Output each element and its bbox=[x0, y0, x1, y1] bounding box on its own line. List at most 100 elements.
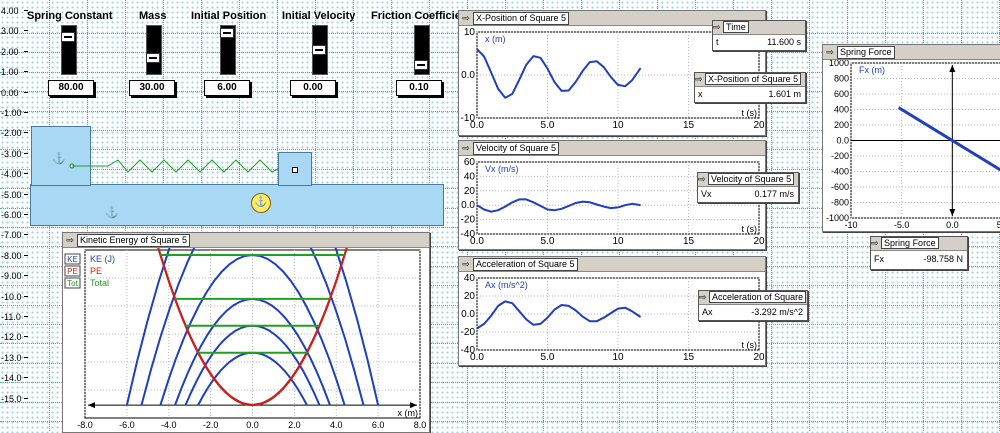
ruler-label: 3.00 bbox=[1, 26, 19, 37]
arrow-icon[interactable]: ⇨ bbox=[63, 233, 77, 247]
spring bbox=[69, 159, 294, 173]
ruler-label: -14.0 bbox=[1, 373, 22, 384]
ruler-label: 0.00 bbox=[1, 87, 19, 98]
panel-title: Acceleration of Square 5 bbox=[473, 258, 578, 271]
acceleration-value: -3.292 m/s^2 bbox=[751, 307, 803, 317]
control-label: Initial Position bbox=[191, 10, 267, 22]
time-readout[interactable]: ⇨ Time t 11.600 s bbox=[712, 20, 806, 51]
ruler-label: -3.00 bbox=[1, 148, 22, 159]
ruler-label: 1.00 bbox=[1, 67, 19, 78]
x-tick-label: 0.0 bbox=[946, 220, 959, 230]
y-tick-label: 0.0 bbox=[461, 309, 475, 320]
readout-title: Spring Force bbox=[881, 237, 939, 249]
ruler-label: -5.00 bbox=[1, 189, 22, 200]
y-tick-label: -40 bbox=[461, 345, 476, 356]
spring-force-chart: 10008006004002000.0-200-400-600-800-1000… bbox=[826, 60, 1000, 230]
y-tick-label: -40 bbox=[461, 229, 476, 240]
legend-label: PE bbox=[90, 266, 102, 276]
slider-thumb[interactable] bbox=[414, 60, 428, 70]
ruler-label: -11.0 bbox=[1, 312, 21, 322]
y-tick-label: 20 bbox=[464, 291, 476, 302]
x-tick-label: -2.0 bbox=[203, 420, 219, 430]
x-position-readout[interactable]: ⇨ X-Position of Square 5 x 1.601 m bbox=[694, 72, 806, 103]
y-tick-label: 0.0 bbox=[461, 70, 475, 81]
readout-symbol: Vx bbox=[701, 189, 712, 199]
parameter-value-field[interactable]: 6.00 bbox=[204, 80, 250, 96]
x-axis-label: t (s) bbox=[742, 340, 758, 350]
ruler-tick: 4.00 bbox=[0, 6, 28, 16]
ruler-tick: -2.00 bbox=[0, 128, 28, 138]
y-tick-label: 60 bbox=[464, 157, 476, 168]
parameter-slider[interactable] bbox=[312, 25, 328, 75]
slider-thumb[interactable] bbox=[220, 28, 234, 38]
y-tick-label: -400 bbox=[831, 167, 849, 177]
arrow-icon[interactable]: ⇨ bbox=[823, 45, 837, 59]
arrow-icon[interactable]: ⇨ bbox=[695, 74, 705, 84]
x-tick-label: -5.0 bbox=[894, 220, 910, 230]
arrow-icon[interactable]: ⇨ bbox=[698, 174, 708, 184]
ruler-label: -10.0 bbox=[1, 291, 22, 302]
control-label: Spring Constant bbox=[27, 10, 113, 22]
y-tick-label: 600 bbox=[834, 89, 849, 99]
x-tick-label: 8.0 bbox=[414, 420, 427, 430]
square-5[interactable] bbox=[278, 152, 312, 186]
y-tick-label: 0.0 bbox=[836, 136, 849, 146]
x-axis-label: x (m) bbox=[398, 408, 419, 418]
arrow-icon[interactable]: ⇨ bbox=[699, 292, 709, 302]
wheel-icon[interactable]: ⚓ bbox=[251, 193, 271, 213]
slider-thumb[interactable] bbox=[146, 53, 160, 63]
arrow-icon[interactable]: ⇨ bbox=[459, 257, 473, 271]
panel-title: X-Position of Square 5 bbox=[473, 12, 570, 25]
parameter-value-field[interactable]: 0.10 bbox=[396, 80, 442, 96]
x-tick-label: -4.0 bbox=[161, 420, 177, 430]
parameter-slider[interactable] bbox=[61, 25, 77, 75]
panel-titlebar[interactable]: ⇨ Acceleration of Square 5 bbox=[459, 257, 765, 272]
spring-force-panel[interactable]: ⇨ Spring Force 1000 800 600 400 200 0.0 -200 -40… bbox=[822, 44, 1000, 232]
axis-arrow bbox=[88, 402, 95, 409]
x-tick-label: 5.0 bbox=[541, 236, 555, 247]
parameter-slider[interactable] bbox=[146, 25, 162, 75]
control-label: Initial Velocity bbox=[282, 10, 356, 22]
parameter-value-field[interactable]: 0.00 bbox=[290, 80, 336, 96]
y-axis-label: Vx (m/s) bbox=[485, 164, 519, 174]
x-tick-label: -8.0 bbox=[77, 420, 93, 430]
spring-force-readout[interactable]: ⇨ Spring Force Fx -98.758 N bbox=[870, 236, 968, 270]
arrow-icon[interactable]: ⇨ bbox=[871, 238, 881, 248]
arrow-icon[interactable]: ⇨ bbox=[459, 11, 473, 25]
velocity-value: 0.177 m/s bbox=[754, 189, 794, 199]
y-tick-label: 10 bbox=[464, 27, 476, 38]
y-tick-label: 40 bbox=[464, 273, 476, 284]
x-tick-label: 10 bbox=[612, 236, 624, 247]
parameter-slider[interactable] bbox=[414, 25, 430, 75]
panel-title: Spring Force bbox=[837, 46, 895, 59]
velocity-readout[interactable]: ⇨ Velocity of Square 5 Vx 0.177 m/s bbox=[697, 172, 799, 203]
arrow-icon[interactable]: ⇨ bbox=[713, 22, 723, 32]
panel-title: Kinetic Energy of Square 5 bbox=[77, 234, 191, 247]
ruler-label: -15.0 bbox=[1, 393, 22, 404]
panel-titlebar[interactable]: ⇨ Kinetic Energy of Square 5 bbox=[63, 233, 429, 248]
slider-thumb[interactable] bbox=[312, 45, 326, 55]
readout-title: Time bbox=[723, 21, 749, 33]
arrow-icon[interactable]: ⇨ bbox=[459, 141, 473, 155]
panel-titlebar[interactable]: ⇨ Velocity of Square 5 bbox=[459, 141, 765, 156]
x-tick-label: 4.0 bbox=[330, 420, 343, 430]
parameter-slider[interactable] bbox=[220, 25, 236, 75]
parameter-value-field[interactable]: 80.00 bbox=[48, 80, 94, 96]
parameter-value-field[interactable]: 30.00 bbox=[129, 80, 175, 96]
y-tick-label: 20 bbox=[464, 186, 476, 197]
x-tick-label: 15 bbox=[683, 236, 695, 247]
x-tick-label: 10 bbox=[612, 120, 624, 131]
panel-titlebar[interactable]: ⇨ Spring Force bbox=[823, 45, 1000, 60]
y-tick-label: 0.0 bbox=[461, 200, 475, 211]
acceleration-readout[interactable]: ⇨ Acceleration of Square Ax -3.292 m/s^2 bbox=[698, 290, 808, 321]
ruler-tick: -12.0 bbox=[0, 332, 28, 342]
x-tick-label: -6.0 bbox=[119, 420, 135, 430]
readout-symbol: t bbox=[716, 37, 719, 47]
x-axis-label: t (s) bbox=[742, 224, 758, 234]
x-tick-label: 2.0 bbox=[288, 420, 301, 430]
kinetic-energy-panel[interactable]: ⇨ Kinetic Energy of Square 5 -8.0 -6.0 -4.0… bbox=[62, 232, 430, 433]
readout-symbol: Ax bbox=[702, 307, 713, 317]
ruler-tick: -9.00 bbox=[0, 271, 28, 281]
slider-thumb[interactable] bbox=[61, 32, 75, 42]
ruler-label: -9.00 bbox=[1, 271, 22, 282]
